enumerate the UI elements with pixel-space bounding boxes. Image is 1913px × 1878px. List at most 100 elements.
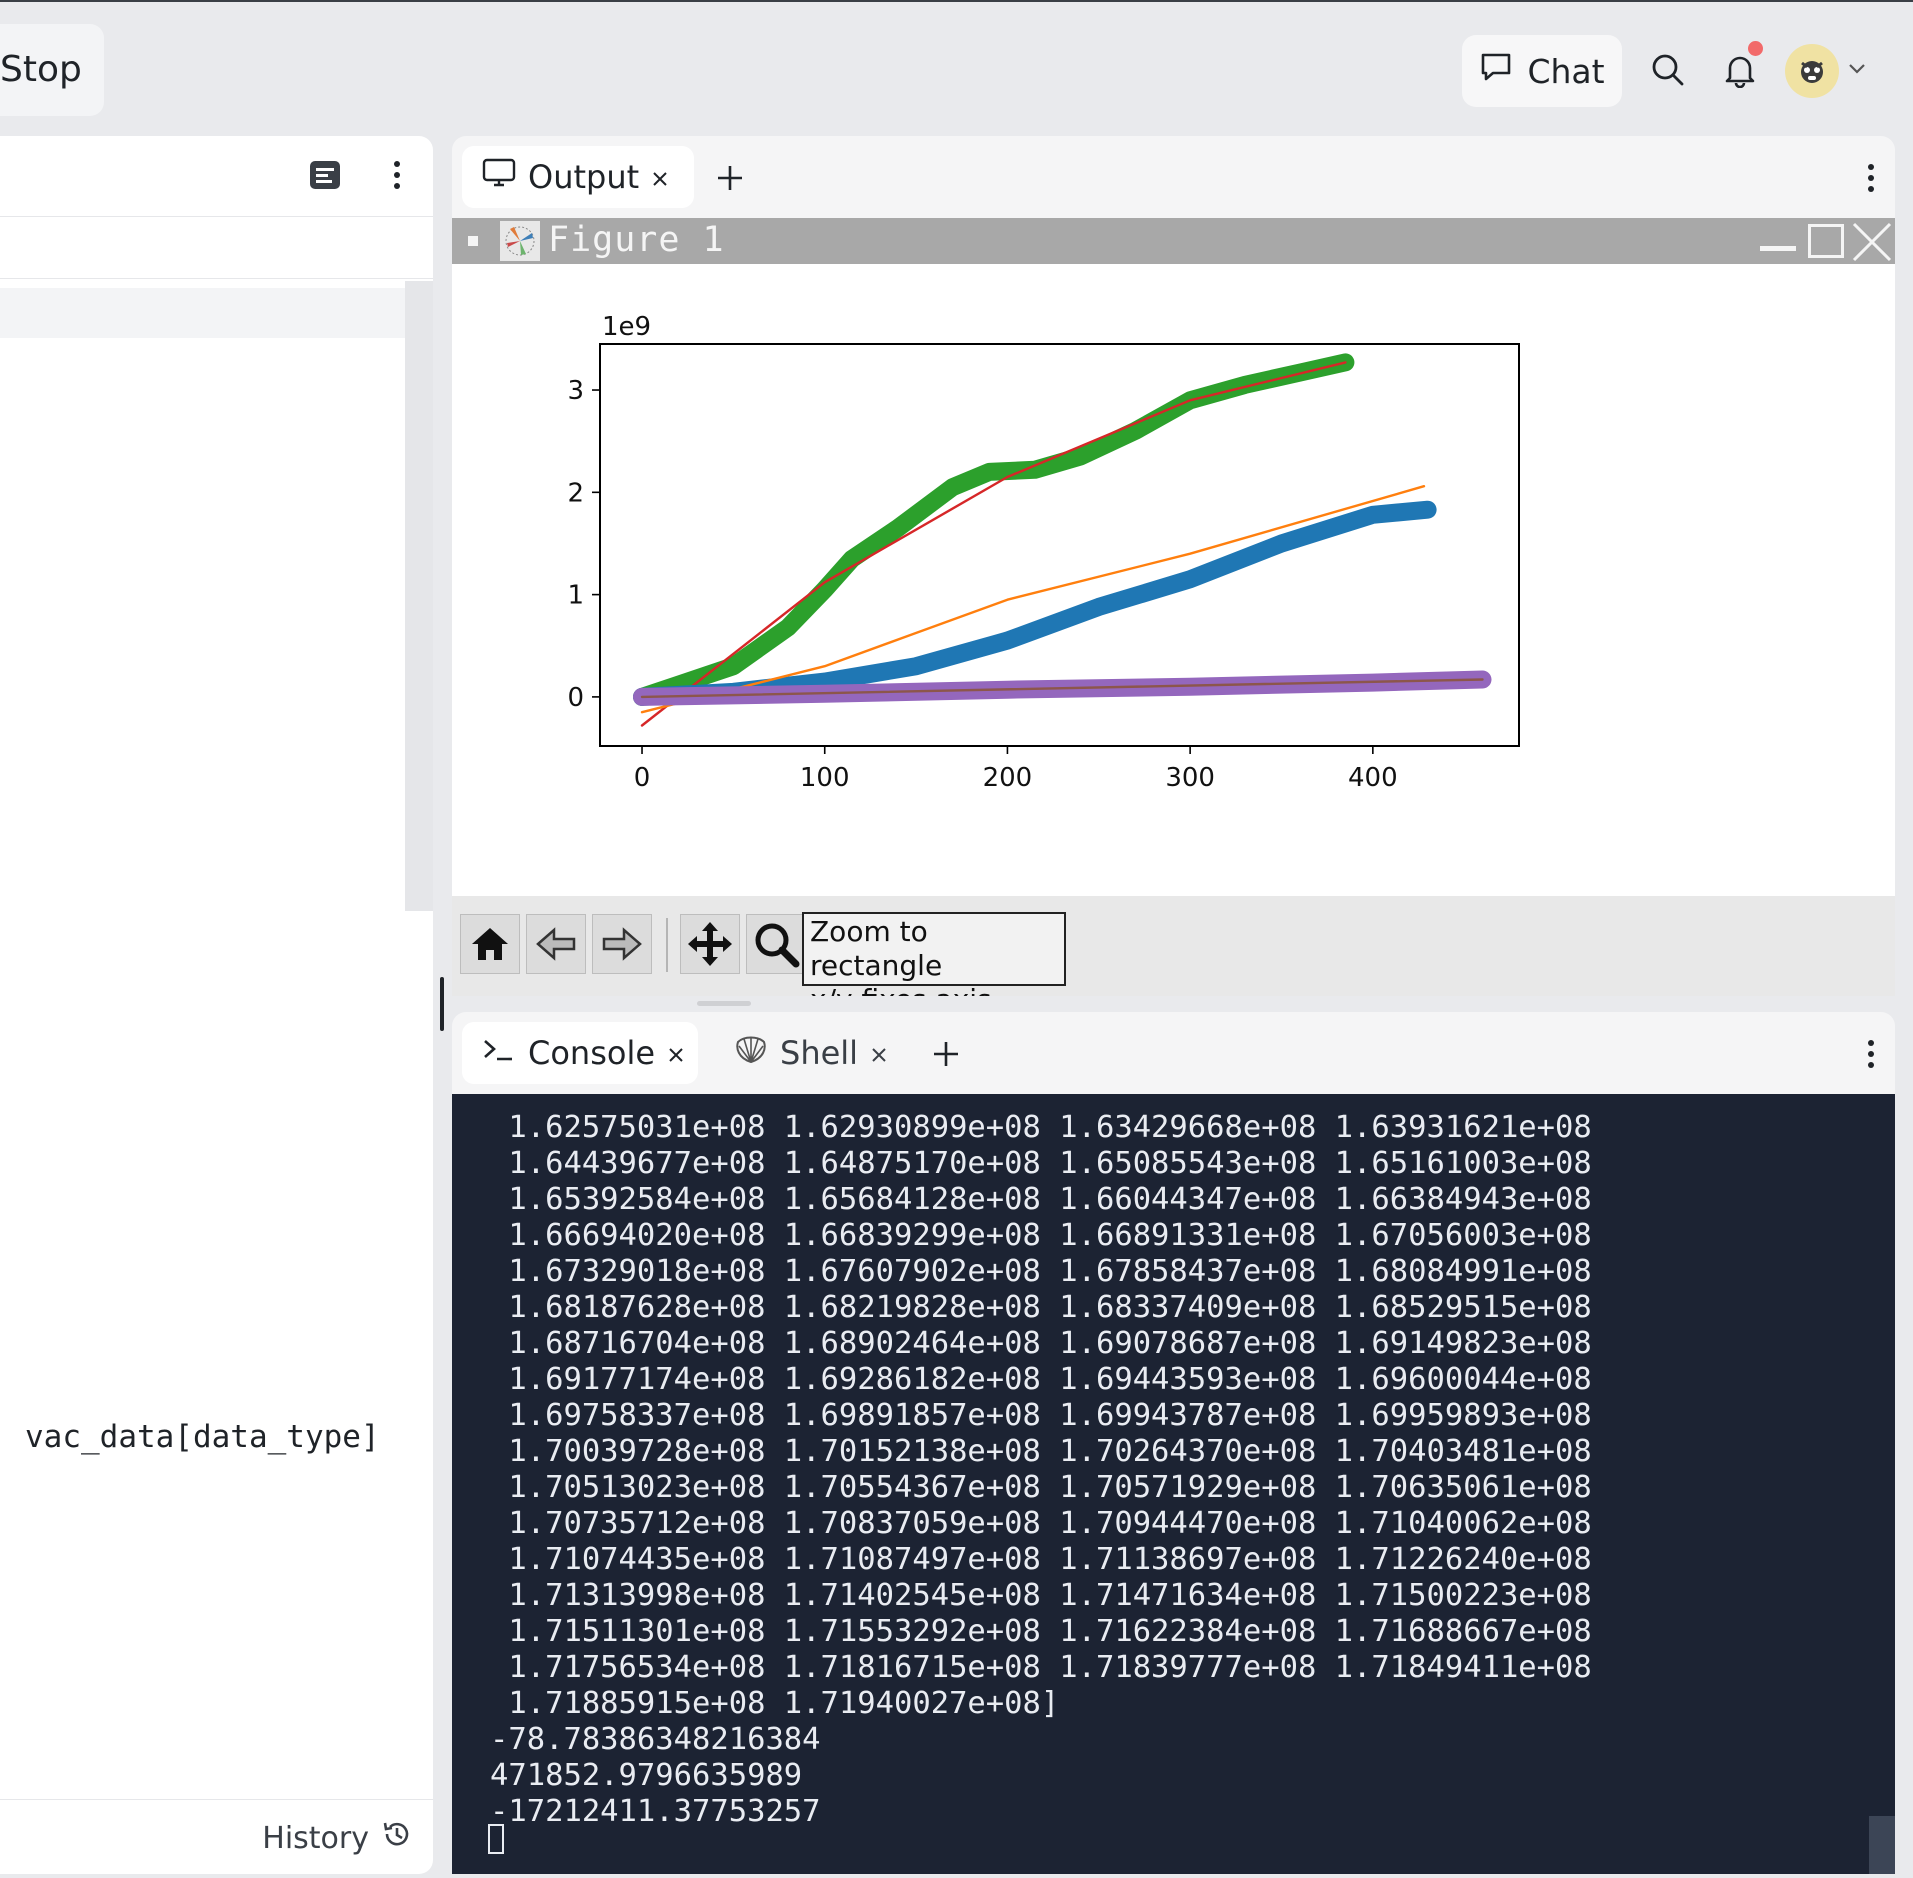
zoom-icon[interactable]	[746, 914, 806, 974]
tooltip-line-2: x/y fixes axis	[810, 983, 1058, 996]
maximize-icon[interactable]	[1808, 224, 1844, 258]
series-line-2	[633, 500, 1437, 706]
history-label: History	[262, 1820, 369, 1856]
notification-dot	[1748, 41, 1763, 56]
console-line: 1.71511301e+08 1.71553292e+08 1.71622384…	[490, 1614, 1592, 1649]
minimize-icon[interactable]	[1760, 246, 1796, 251]
stop-button[interactable]: Stop	[0, 24, 104, 116]
stop-label: Stop	[0, 49, 82, 90]
left-pane: vac_data[data_type] History	[0, 136, 433, 1874]
tab-output-label: Output	[528, 158, 640, 196]
console-line: 1.64439677e+08 1.64875170e+08 1.65085543…	[490, 1146, 1592, 1181]
toolbar-separator	[666, 918, 668, 972]
console-line: 1.71074435e+08 1.71087497e+08 1.71138697…	[490, 1542, 1592, 1577]
console-cursor[interactable]	[488, 1824, 504, 1854]
tab-shell[interactable]: Shell	[714, 1022, 914, 1084]
x-tick-label: 200	[983, 763, 1033, 793]
matplotlib-logo-icon	[500, 221, 540, 261]
console-line: 1.67329018e+08 1.67607902e+08 1.67858437…	[490, 1254, 1592, 1289]
console-text: 1.62575031e+08 1.62930899e+08 1.63429668…	[490, 1110, 1592, 1830]
close-window-icon[interactable]	[1852, 222, 1892, 262]
y-tick-label: 2	[567, 478, 584, 508]
pan-icon[interactable]	[680, 914, 740, 974]
tab-shell-label: Shell	[780, 1034, 859, 1072]
terminal-prompt-icon	[482, 1034, 516, 1072]
more-vertical-icon[interactable]	[1856, 1034, 1886, 1074]
left-pane-header	[0, 136, 433, 217]
console-line: 1.68716704e+08 1.68902464e+08 1.69078687…	[490, 1326, 1592, 1361]
console-tab-bar: Console Shell	[452, 1012, 1895, 1094]
top-bar: Stop Chat	[0, 0, 1913, 132]
console-line: 1.69177174e+08 1.69286182e+08 1.69443593…	[490, 1362, 1592, 1397]
left-pane-subheader	[0, 216, 433, 279]
x-tick-label: 100	[800, 763, 850, 793]
console-line: -17212411.37753257	[490, 1794, 821, 1829]
series-line-1	[640, 361, 1347, 727]
monitor-icon	[482, 158, 516, 196]
console-scrollbar[interactable]	[1869, 1816, 1895, 1874]
back-arrow-icon[interactable]	[526, 914, 586, 974]
pane-splitter-handle[interactable]	[697, 1001, 751, 1006]
output-tab-bar: Output	[452, 136, 1895, 218]
console-line: 1.68187628e+08 1.68219828e+08 1.68337409…	[490, 1290, 1592, 1325]
left-pane-footer: History	[0, 1799, 433, 1874]
tab-console[interactable]: Console	[462, 1022, 698, 1084]
selected-row[interactable]	[0, 288, 405, 338]
y-offset-label: 1e9	[602, 312, 651, 342]
add-tab-icon[interactable]	[926, 1034, 966, 1074]
console-line: 1.65392584e+08 1.65684128e+08 1.66044347…	[490, 1182, 1592, 1217]
chat-bubble-icon	[1479, 51, 1513, 91]
shell-icon	[734, 1034, 768, 1072]
chat-button[interactable]: Chat	[1462, 35, 1622, 107]
bell-icon[interactable]	[1720, 50, 1760, 90]
search-icon[interactable]	[1648, 50, 1688, 90]
console-line: 1.71885915e+08 1.71940027e+08]	[490, 1686, 1060, 1721]
tab-output[interactable]: Output	[462, 146, 694, 208]
console-line: 471852.9796635989	[490, 1758, 803, 1793]
close-icon[interactable]	[667, 1034, 685, 1072]
figure-title: Figure 1	[548, 220, 725, 260]
console-line: 1.66694020e+08 1.66839299e+08 1.66891331…	[490, 1218, 1592, 1253]
figure-window-titlebar[interactable]: Figure 1	[452, 218, 1895, 264]
figure-canvas[interactable]: 0 100 200 300 400 0 1 2 3 1e9	[452, 264, 1895, 896]
output-pane: Output Figure 1 0 100 200 300 400 0 1 2 3 1e9	[452, 136, 1895, 996]
console-pane: Console Shell 1.62575031e+08 1.62930899e…	[452, 1012, 1895, 1874]
forward-arrow-icon[interactable]	[592, 914, 652, 974]
console-line: 1.69758337e+08 1.69891857e+08 1.69943787…	[490, 1398, 1592, 1433]
console-output[interactable]: 1.62575031e+08 1.62930899e+08 1.63429668…	[452, 1094, 1895, 1874]
pane-resize-handle[interactable]	[440, 977, 444, 1031]
console-line: 1.70039728e+08 1.70152138e+08 1.70264370…	[490, 1434, 1592, 1469]
code-line: vac_data[data_type]	[25, 1419, 380, 1455]
history-button[interactable]: History	[262, 1818, 413, 1858]
y-tick-label: 0	[567, 683, 584, 713]
x-tick-label: 300	[1165, 763, 1215, 793]
window-menu-icon[interactable]	[468, 236, 478, 246]
chat-label: Chat	[1527, 51, 1605, 91]
more-vertical-icon[interactable]	[382, 156, 412, 194]
y-tick-label: 1	[567, 581, 584, 611]
tooltip-line-1: Zoom to rectangle	[810, 915, 943, 982]
home-icon[interactable]	[460, 914, 520, 974]
figure-toolbar: Zoom to rectangle x/y fixes axis	[452, 896, 1895, 996]
x-tick-label: 0	[634, 763, 651, 793]
x-tick-label: 400	[1348, 763, 1398, 793]
add-tab-icon[interactable]	[710, 158, 750, 198]
console-line: 1.70735712e+08 1.70837059e+08 1.70944470…	[490, 1506, 1592, 1541]
close-icon[interactable]	[870, 1034, 888, 1072]
console-line: -78.78386348216384	[490, 1722, 821, 1757]
chevron-down-icon[interactable]	[1846, 58, 1868, 80]
console-line: 1.71313998e+08 1.71402545e+08 1.71471634…	[490, 1578, 1592, 1613]
avatar[interactable]	[1785, 44, 1839, 98]
console-line: 1.70513023e+08 1.70554367e+08 1.70571929…	[490, 1470, 1592, 1505]
outline-icon[interactable]	[306, 156, 344, 194]
tab-console-label: Console	[528, 1034, 656, 1072]
zoom-tooltip: Zoom to rectangle x/y fixes axis	[802, 912, 1066, 996]
history-icon	[381, 1818, 413, 1858]
chart: 0 100 200 300 400 0 1 2 3 1e9	[567, 312, 1520, 793]
close-icon[interactable]	[651, 158, 669, 196]
more-vertical-icon[interactable]	[1856, 158, 1886, 198]
left-scrollbar[interactable]	[405, 281, 433, 911]
console-line: 1.71756534e+08 1.71816715e+08 1.71839777…	[490, 1650, 1592, 1685]
console-line: 1.62575031e+08 1.62930899e+08 1.63429668…	[490, 1110, 1592, 1145]
y-tick-label: 3	[567, 376, 584, 406]
